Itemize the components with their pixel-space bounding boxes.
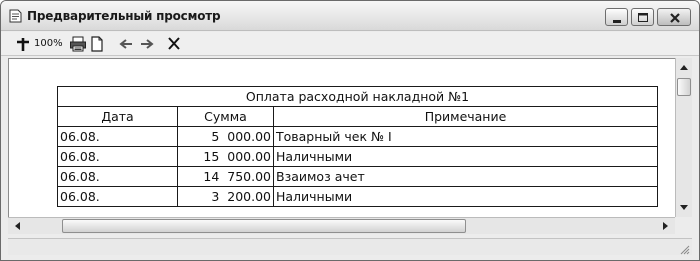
table-header-row: Дата Сумма Примечание <box>57 106 658 127</box>
table-row: 06.08. 3 200.00 Наличными <box>57 186 658 207</box>
close-window-button[interactable] <box>657 8 691 26</box>
preview-area[interactable]: Оплата расходной накладной №1 Дата Сумма… <box>8 58 675 217</box>
cell-note: Наличными <box>273 146 658 167</box>
title-bar[interactable]: Предварительный просмотр <box>1 1 699 31</box>
cell-amount: 15 000.00 <box>177 146 274 167</box>
status-bar <box>8 238 692 255</box>
arrow-right-icon[interactable] <box>139 35 155 53</box>
column-header-note: Примечание <box>273 106 658 127</box>
cell-date: 06.08. <box>57 146 178 167</box>
page-icon[interactable] <box>90 35 104 53</box>
printer-icon[interactable] <box>69 35 87 53</box>
document-icon <box>8 9 22 23</box>
horizontal-scrollbar[interactable] <box>8 217 675 234</box>
scroll-right-arrow-icon[interactable] <box>658 218 674 234</box>
preview-window: Предварительный просмотр 100% Оплата рас… <box>0 0 700 261</box>
maximize-button[interactable] <box>631 8 654 26</box>
minimize-button[interactable] <box>605 8 628 26</box>
report-table: Оплата расходной накладной №1 Дата Сумма… <box>57 86 658 207</box>
cell-date: 06.08. <box>57 126 178 147</box>
table-row: 06.08. 5 000.00 Товарный чек № I <box>57 126 658 147</box>
column-header-amount: Сумма <box>177 106 274 127</box>
window-title: Предварительный просмотр <box>27 9 221 23</box>
zoom-cross-icon[interactable] <box>15 35 31 53</box>
cell-amount: 14 750.00 <box>177 166 274 187</box>
maximize-icon <box>638 13 648 22</box>
scroll-left-arrow-icon[interactable] <box>9 218 25 234</box>
toolbar: 100% <box>1 32 699 56</box>
cell-note: Наличными <box>273 186 658 207</box>
table-row: 06.08. 15 000.00 Наличными <box>57 146 658 167</box>
cell-date: 06.08. <box>57 166 178 187</box>
scroll-down-arrow-icon[interactable] <box>676 200 692 216</box>
column-header-date: Дата <box>57 106 178 127</box>
cell-note: Взаимоз ачет <box>273 166 658 187</box>
horizontal-scroll-thumb[interactable] <box>62 219 466 233</box>
cell-amount: 3 200.00 <box>177 186 274 207</box>
scroll-up-arrow-icon[interactable] <box>676 59 692 75</box>
arrow-left-icon[interactable] <box>118 35 134 53</box>
table-row: 06.08. 14 750.00 Взаимоз ачет <box>57 166 658 187</box>
close-icon <box>168 37 180 50</box>
cell-amount: 5 000.00 <box>177 126 274 147</box>
close-icon <box>670 13 680 23</box>
cell-note: Товарный чек № I <box>273 126 658 147</box>
minimize-icon <box>613 20 621 23</box>
cell-date: 06.08. <box>57 186 178 207</box>
vertical-scrollbar[interactable] <box>675 58 692 217</box>
close-preview-button[interactable] <box>166 35 182 53</box>
report-caption: Оплата расходной накладной №1 <box>57 86 658 107</box>
zoom-level[interactable]: 100% <box>34 38 63 49</box>
vertical-scroll-thumb[interactable] <box>677 78 691 96</box>
resize-grip-icon[interactable] <box>678 242 690 255</box>
